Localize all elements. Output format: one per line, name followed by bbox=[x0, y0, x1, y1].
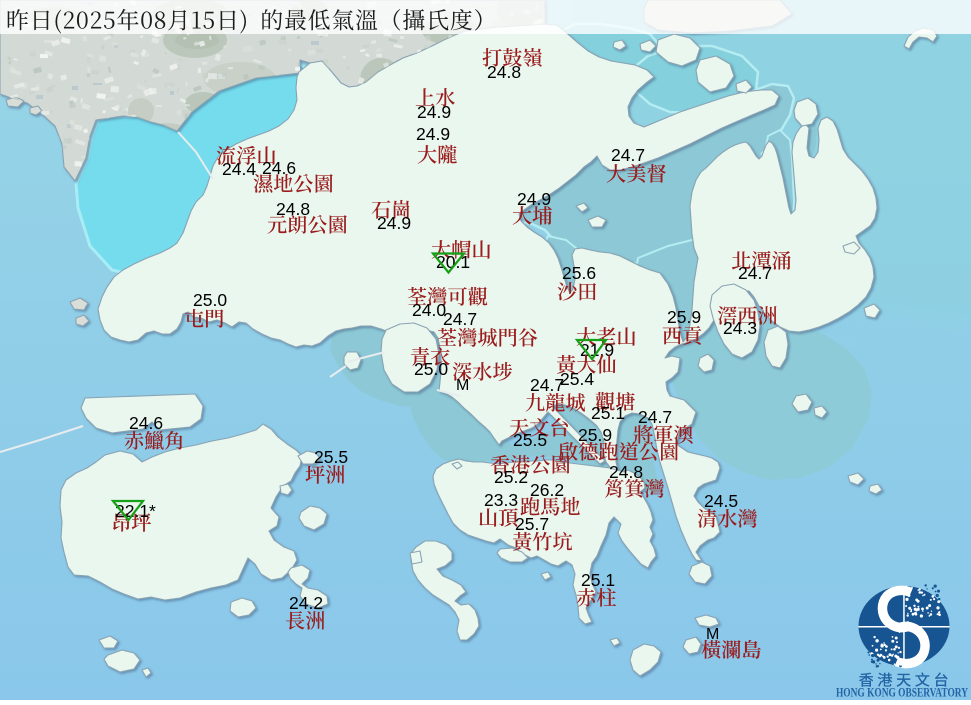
svg-text:25.9: 25.9 bbox=[578, 425, 612, 445]
svg-text:25.2: 25.2 bbox=[494, 467, 528, 487]
svg-text:24.6: 24.6 bbox=[262, 158, 296, 178]
svg-text:24.8: 24.8 bbox=[487, 62, 521, 82]
svg-text:24.4: 24.4 bbox=[222, 159, 256, 179]
svg-text:24.3: 24.3 bbox=[723, 318, 757, 338]
svg-text:26.2: 26.2 bbox=[530, 480, 564, 500]
svg-text:24.7: 24.7 bbox=[530, 375, 564, 395]
svg-text:24.7: 24.7 bbox=[443, 309, 477, 329]
svg-text:25.5: 25.5 bbox=[513, 430, 547, 450]
svg-text:25.9: 25.9 bbox=[667, 307, 701, 327]
svg-text:M: M bbox=[706, 626, 719, 643]
svg-text:25.0: 25.0 bbox=[193, 290, 227, 310]
svg-text:25.6: 25.6 bbox=[562, 263, 596, 283]
svg-text:24.9: 24.9 bbox=[517, 189, 551, 209]
svg-text:24.9: 24.9 bbox=[416, 124, 450, 144]
svg-text:24.7: 24.7 bbox=[738, 263, 772, 283]
svg-text:24.2: 24.2 bbox=[289, 593, 323, 613]
svg-text:25.5: 25.5 bbox=[314, 447, 348, 467]
svg-text:24.8: 24.8 bbox=[609, 462, 643, 482]
svg-text:24.9: 24.9 bbox=[417, 102, 451, 122]
svg-text:25.1: 25.1 bbox=[581, 570, 615, 590]
svg-text:25.4: 25.4 bbox=[560, 369, 594, 389]
svg-text:M: M bbox=[456, 377, 469, 394]
svg-text:24.0: 24.0 bbox=[412, 300, 446, 320]
svg-text:24.6: 24.6 bbox=[129, 413, 163, 433]
svg-text:25.0: 25.0 bbox=[414, 359, 448, 379]
svg-text:24.7: 24.7 bbox=[611, 145, 645, 165]
svg-text:24.9: 24.9 bbox=[377, 213, 411, 233]
svg-text:25.1: 25.1 bbox=[591, 403, 625, 423]
svg-text:24.5: 24.5 bbox=[704, 491, 738, 511]
svg-text:HONG KONG OBSERVATORY: HONG KONG OBSERVATORY bbox=[836, 686, 968, 700]
svg-text:23.3: 23.3 bbox=[484, 490, 518, 510]
svg-text:24.7: 24.7 bbox=[638, 407, 672, 427]
svg-text:24.8: 24.8 bbox=[276, 199, 310, 219]
svg-text:25.7: 25.7 bbox=[515, 514, 549, 534]
